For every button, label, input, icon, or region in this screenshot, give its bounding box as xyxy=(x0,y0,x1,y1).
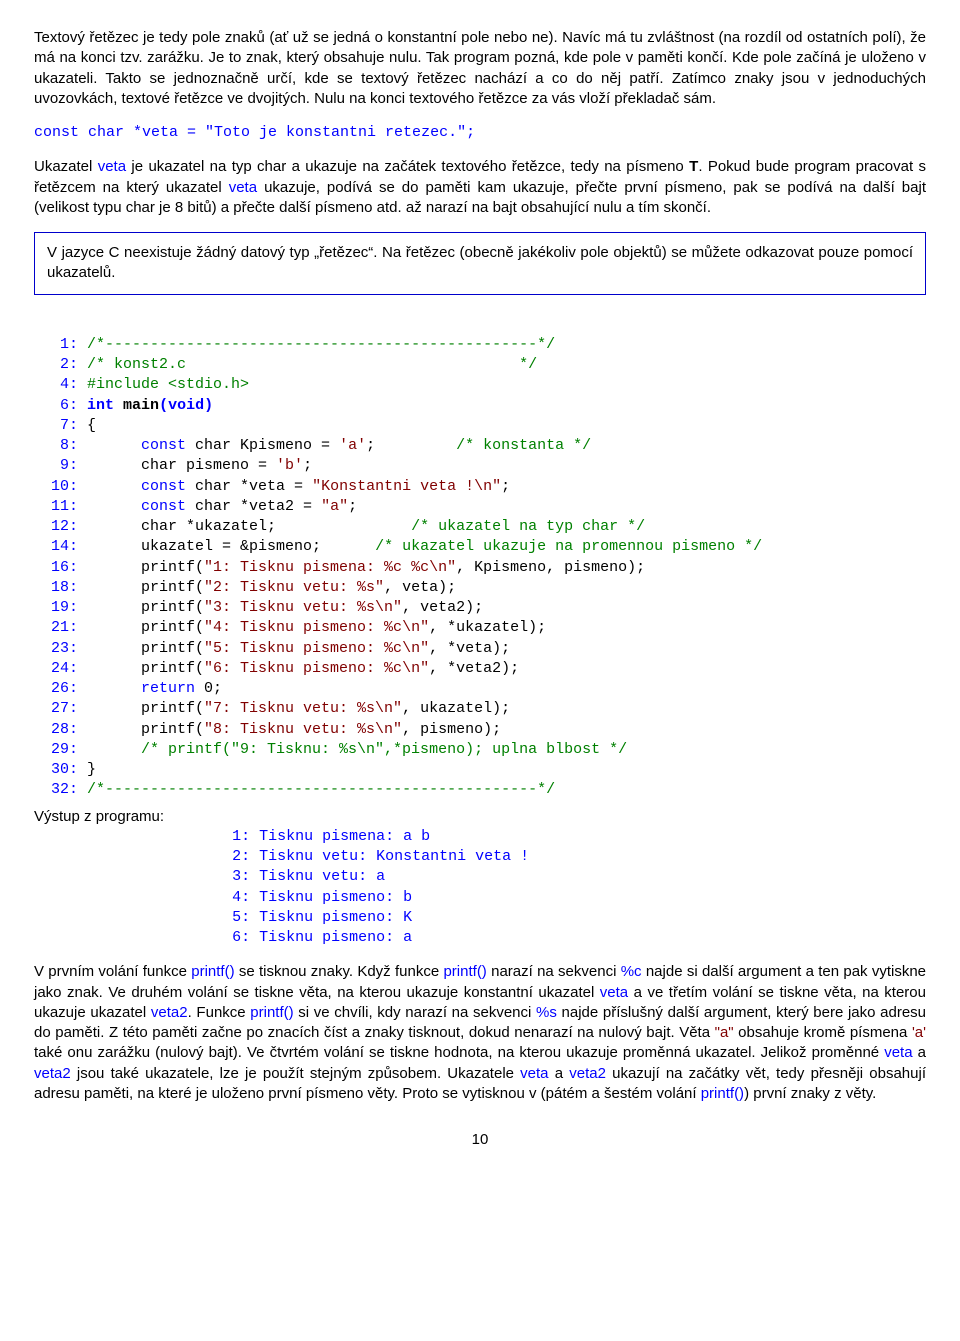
ident-veta: veta xyxy=(98,158,126,175)
page-number: 10 xyxy=(34,1130,926,1150)
inline-code-declaration: const char *veta = "Toto je konstantni r… xyxy=(34,123,926,143)
info-box: V jazyce C neexistuje žádný datový typ „… xyxy=(34,232,926,295)
paragraph-1: Textový řetězec je tedy pole znaků (ať u… xyxy=(34,28,926,109)
paragraph-2: Ukazatel veta je ukazatel na typ char a … xyxy=(34,157,926,218)
program-output: Výstup z programu: 1: Tisknu pismena: a … xyxy=(34,807,926,949)
paragraph-3: V prvním volání funkce printf() se tiskn… xyxy=(34,962,926,1104)
source-code-listing: 1: /*-----------------------------------… xyxy=(34,315,926,801)
output-label: Výstup z programu: xyxy=(34,807,164,827)
ident-veta: veta xyxy=(229,179,257,196)
